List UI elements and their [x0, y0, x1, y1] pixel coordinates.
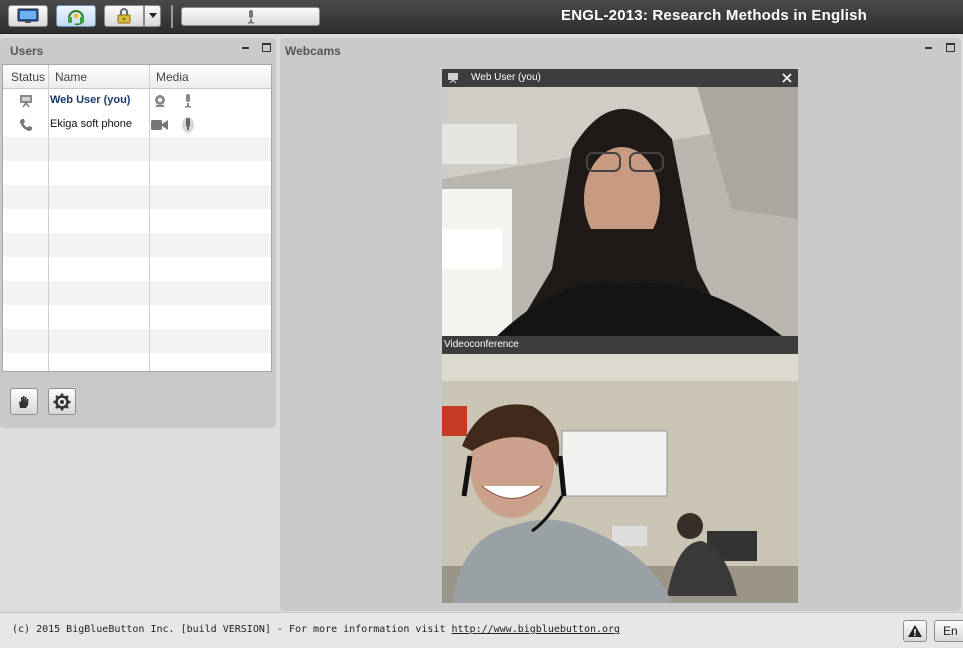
phone-icon	[20, 119, 32, 131]
presenter-icon	[20, 95, 32, 108]
share-desktop-button[interactable]	[8, 5, 48, 27]
headset-icon	[68, 10, 84, 25]
close-icon[interactable]	[782, 73, 792, 83]
list-item	[3, 137, 271, 161]
webcam-title-bar: Videoconference	[442, 336, 798, 354]
chevron-down-icon	[148, 13, 157, 18]
list-item	[3, 329, 271, 353]
list-item	[3, 209, 271, 233]
users-panel: Users Status Name Media Web User (you) E…	[0, 38, 276, 428]
footer: (c) 2015 BigBlueButton Inc. [build VERSI…	[0, 612, 963, 648]
list-item	[3, 185, 271, 209]
webcam-video-self	[442, 69, 798, 336]
table-row[interactable]: Ekiga soft phone	[3, 113, 271, 137]
users-grid-header: Status Name Media	[3, 65, 271, 89]
monitor-icon	[17, 8, 39, 23]
microphone-icon	[247, 9, 254, 23]
meeting-title: ENGL-2013: Research Methods in English	[560, 7, 867, 24]
webcam-label: Web User (you)	[471, 72, 541, 83]
lock-settings-icon	[117, 8, 131, 24]
minimize-icon[interactable]	[925, 47, 932, 49]
list-item	[3, 281, 271, 305]
hand-icon	[19, 395, 29, 408]
list-item	[3, 233, 271, 257]
bigbluebutton-link[interactable]: http://www.bigbluebutton.org	[452, 624, 621, 635]
column-status[interactable]: Status	[11, 70, 45, 84]
copyright-prefix: (c) 2015 BigBlueButton Inc. [build VERSI…	[12, 624, 452, 635]
list-item	[3, 257, 271, 281]
column-divider	[149, 89, 150, 371]
microphone-icon[interactable]	[183, 94, 193, 108]
table-row[interactable]: Web User (you)	[3, 89, 271, 113]
presenter-icon	[448, 73, 458, 84]
raise-hand-button[interactable]	[10, 388, 38, 415]
webcam-title-bar: Web User (you)	[442, 69, 798, 87]
microphone-button[interactable]	[181, 7, 320, 26]
user-name: Web User (you)	[50, 94, 131, 106]
webcams-panel-title: Webcams	[285, 44, 341, 58]
webcam-video-videoconference	[442, 336, 798, 603]
webcam-window-videoconference[interactable]: Videoconference	[442, 336, 798, 603]
copyright-text: (c) 2015 BigBlueButton Inc. [build VERSI…	[12, 624, 620, 635]
webcam-lock-button[interactable]	[104, 5, 144, 27]
toolbar-divider	[171, 5, 173, 28]
warning-icon	[908, 625, 922, 637]
list-item	[3, 305, 271, 329]
webcam-label: Videoconference	[444, 339, 519, 350]
users-panel-title: Users	[10, 44, 44, 58]
join-audio-button[interactable]	[56, 5, 96, 27]
maximize-icon[interactable]	[262, 43, 271, 52]
column-divider	[48, 89, 49, 371]
top-toolbar: ENGL-2013: Research Methods in English	[0, 0, 963, 34]
minimize-icon[interactable]	[242, 47, 249, 49]
video-camera-icon[interactable]	[151, 119, 169, 131]
webcam-window-self[interactable]: Web User (you)	[442, 69, 798, 336]
microphone-talking-icon[interactable]	[181, 116, 195, 134]
report-issue-button[interactable]	[903, 620, 927, 642]
list-item	[3, 161, 271, 185]
maximize-icon[interactable]	[946, 43, 955, 52]
settings-button[interactable]	[48, 388, 76, 415]
column-name[interactable]: Name	[55, 70, 87, 84]
list-item	[3, 353, 271, 371]
webcam-icon[interactable]	[153, 94, 167, 108]
column-media[interactable]: Media	[156, 70, 189, 84]
gear-icon	[53, 393, 71, 410]
language-button[interactable]: En	[934, 620, 963, 642]
users-grid: Status Name Media Web User (you) Ekiga s…	[2, 64, 272, 372]
lock-dropdown-button[interactable]	[144, 5, 161, 27]
user-name: Ekiga soft phone	[50, 118, 132, 130]
